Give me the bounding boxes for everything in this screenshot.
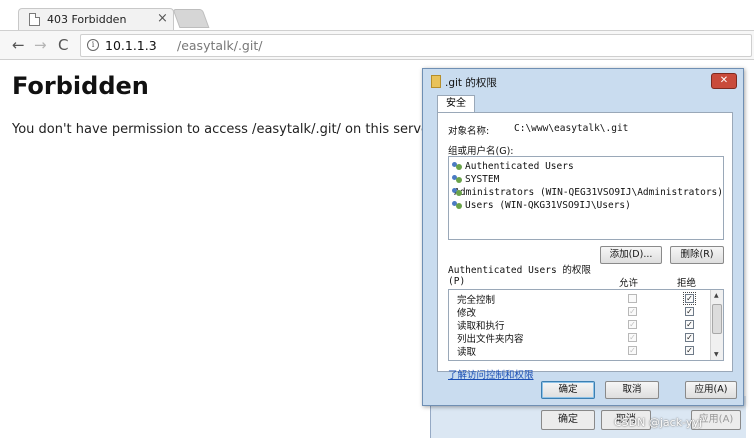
table-row: 读取 ✓ ✓ bbox=[449, 344, 709, 358]
reload-icon[interactable]: C bbox=[58, 37, 68, 53]
browser-toolbar: ← → C i 10.1.1.3 /easytalk/.git/ bbox=[0, 30, 754, 60]
object-name-value: C:\www\easytalk\.git bbox=[514, 123, 629, 134]
user-group-icon bbox=[452, 201, 463, 210]
background-ok-button[interactable]: 确定 bbox=[541, 410, 595, 430]
tab-title: 403 Forbidden bbox=[47, 13, 127, 26]
permissions-for-line2: (P) bbox=[448, 276, 466, 287]
page-heading: Forbidden bbox=[12, 72, 149, 100]
permissions-dialog: .git 的权限 ✕ 安全 对象名称: C:\www\easytalk\.git… bbox=[422, 68, 744, 406]
learn-access-control-link[interactable]: 了解访问控制和权限 bbox=[448, 367, 534, 381]
url-path: /easytalk/.git/ bbox=[177, 38, 263, 53]
deny-checkbox[interactable]: ✓ bbox=[685, 320, 694, 329]
permissions-table: 完全控制 ✓ 修改 ✓ ✓ 读取和执行 ✓ ✓ 列出文件夹内容 ✓ ✓ 读取 ✓… bbox=[448, 289, 724, 361]
tab-close-icon[interactable]: × bbox=[157, 11, 168, 26]
list-item[interactable]: Authenticated Users bbox=[449, 160, 723, 173]
ok-button[interactable]: 确定 bbox=[541, 381, 595, 399]
permission-name: 完全控制 bbox=[457, 295, 496, 306]
permissions-for-label: Authenticated Users 的权限 (P) bbox=[448, 265, 591, 287]
table-row: 修改 ✓ ✓ bbox=[449, 305, 709, 319]
deny-header: 拒绝 bbox=[677, 278, 697, 289]
user-group-icon bbox=[452, 162, 463, 171]
allow-checkbox[interactable]: ✓ bbox=[628, 320, 637, 329]
list-item[interactable]: Users (WIN-QKG31VSO9IJ\Users) bbox=[449, 199, 723, 212]
deny-checkbox[interactable]: ✓ bbox=[685, 333, 694, 342]
group-users-label: 组或用户名(G): bbox=[448, 146, 514, 157]
security-panel: 对象名称: C:\www\easytalk\.git 组或用户名(G): Aut… bbox=[437, 112, 733, 381]
close-button[interactable]: ✕ bbox=[711, 73, 737, 89]
cancel-button[interactable]: 取消 bbox=[605, 381, 659, 399]
remove-button[interactable]: 删除(R) bbox=[670, 246, 724, 264]
page-icon bbox=[29, 13, 40, 26]
tab-strip: 403 Forbidden × bbox=[0, 0, 754, 30]
permissions-for-line1: Authenticated Users 的权限 bbox=[448, 265, 591, 276]
permission-name: 列出文件夹内容 bbox=[457, 334, 524, 345]
users-list[interactable]: Authenticated Users SYSTEM Administrator… bbox=[448, 156, 724, 240]
dialog-title: .git 的权限 bbox=[445, 77, 497, 89]
user-name: Authenticated Users bbox=[465, 161, 574, 172]
deny-checkbox[interactable]: ✓ bbox=[683, 292, 696, 305]
permission-name: 读取 bbox=[457, 347, 477, 358]
list-item[interactable]: SYSTEM bbox=[449, 173, 723, 186]
watermark: CSDN @jack-yyj bbox=[614, 416, 702, 429]
tab-security[interactable]: 安全 bbox=[437, 95, 475, 113]
list-item[interactable]: Administrators (WIN-QEG31VSO9IJ\Administ… bbox=[449, 186, 723, 199]
deny-checkbox[interactable]: ✓ bbox=[685, 346, 694, 355]
object-name-label: 对象名称: bbox=[448, 126, 490, 137]
allow-checkbox[interactable]: ✓ bbox=[628, 346, 637, 355]
page-message: You don't have permission to access /eas… bbox=[12, 122, 438, 137]
apply-button[interactable]: 应用(A) bbox=[685, 381, 737, 399]
forward-arrow-icon[interactable]: → bbox=[34, 37, 47, 53]
permissions-scrollbar[interactable]: ▲ ▼ bbox=[710, 290, 723, 360]
add-button[interactable]: 添加(D)... bbox=[600, 246, 662, 264]
back-arrow-icon[interactable]: ← bbox=[12, 37, 25, 53]
table-row: 读取和执行 ✓ ✓ bbox=[449, 318, 709, 332]
allow-header: 允许 bbox=[619, 278, 639, 289]
user-name: Administrators (WIN-QEG31VSO9IJ\Administ… bbox=[454, 187, 723, 198]
permission-name: 读取和执行 bbox=[457, 321, 505, 332]
new-tab-button[interactable] bbox=[172, 9, 210, 28]
allow-checkbox[interactable] bbox=[628, 294, 637, 303]
scroll-down-icon[interactable]: ▼ bbox=[714, 351, 719, 358]
scroll-thumb[interactable] bbox=[712, 304, 722, 334]
permission-name: 修改 bbox=[457, 308, 477, 319]
folder-icon bbox=[431, 75, 441, 88]
user-name: Users (WIN-QKG31VSO9IJ\Users) bbox=[465, 200, 631, 211]
deny-checkbox[interactable]: ✓ bbox=[685, 307, 694, 316]
address-bar[interactable]: i 10.1.1.3 /easytalk/.git/ bbox=[80, 34, 752, 57]
allow-checkbox[interactable]: ✓ bbox=[628, 333, 637, 342]
table-row: 完全控制 ✓ bbox=[449, 292, 709, 306]
scroll-up-icon[interactable]: ▲ bbox=[714, 292, 719, 299]
user-name: SYSTEM bbox=[465, 174, 500, 185]
url-host: 10.1.1.3 bbox=[105, 38, 157, 53]
allow-checkbox[interactable]: ✓ bbox=[628, 307, 637, 316]
table-row: 列出文件夹内容 ✓ ✓ bbox=[449, 331, 709, 345]
info-icon[interactable]: i bbox=[87, 39, 99, 51]
user-group-icon bbox=[452, 175, 463, 184]
browser-tab[interactable]: 403 Forbidden × bbox=[18, 8, 174, 30]
